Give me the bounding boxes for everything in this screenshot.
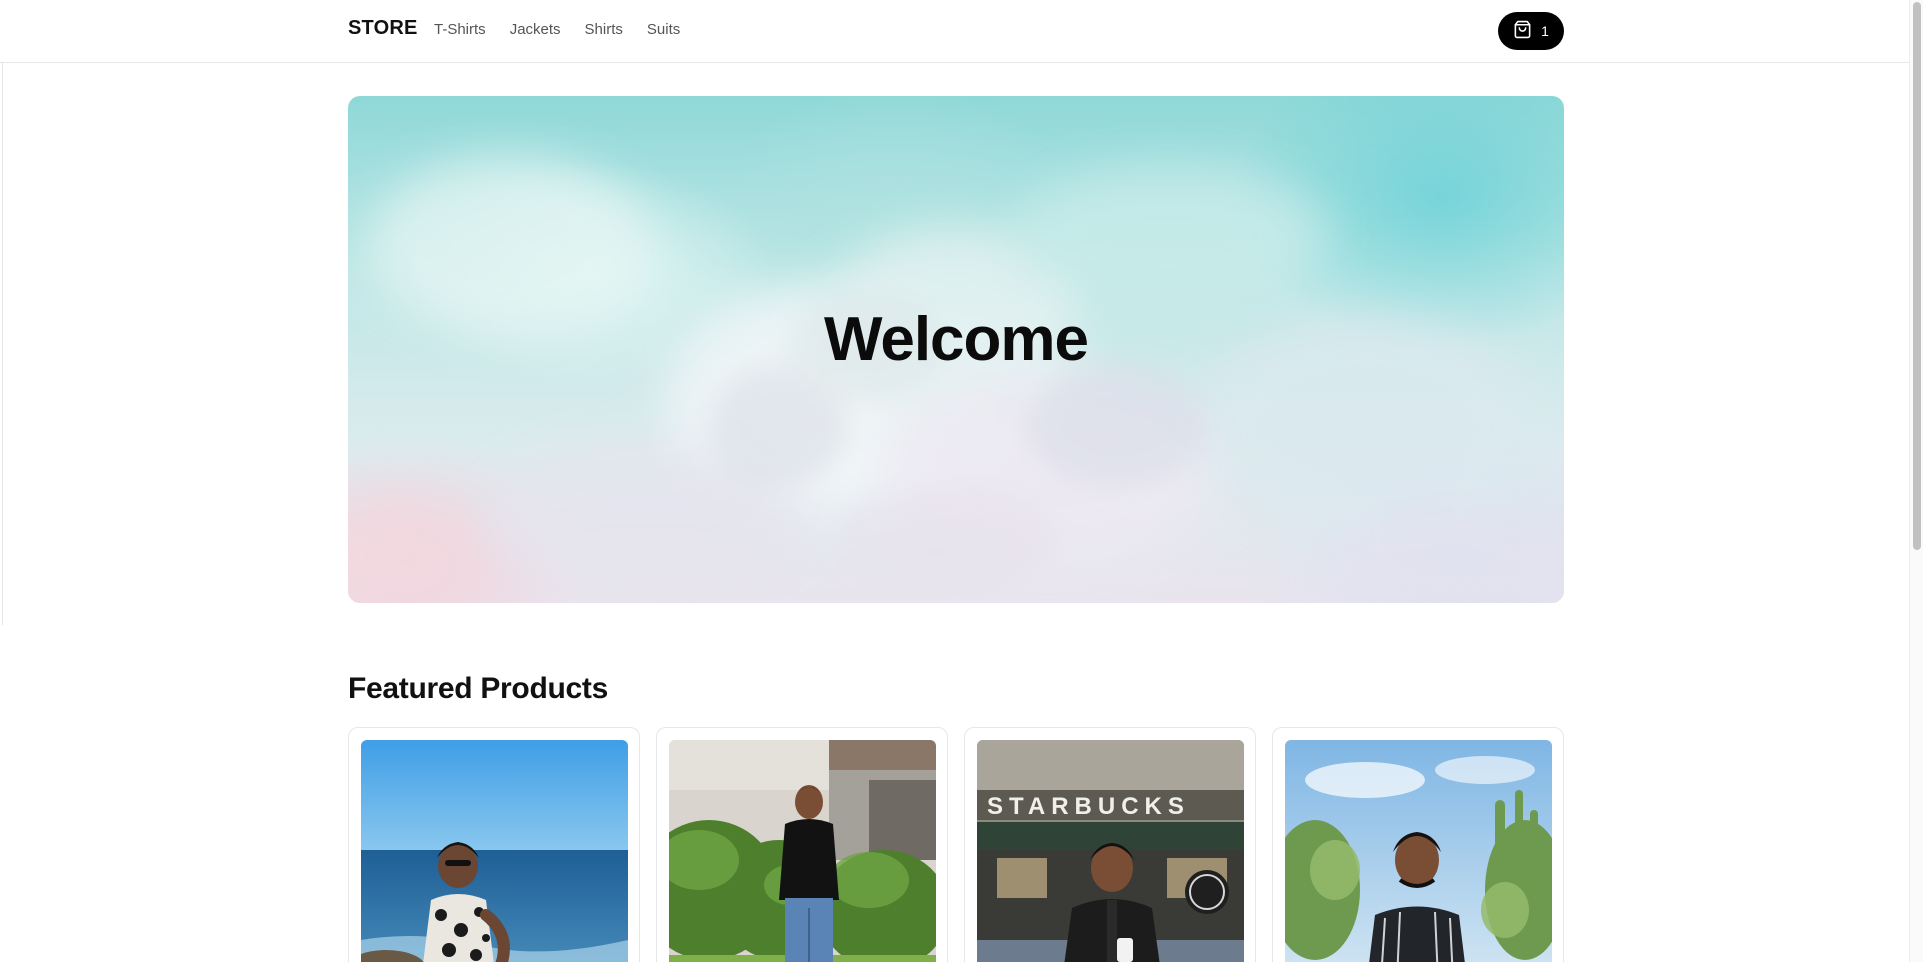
product-card[interactable]: [656, 727, 948, 962]
store-logo[interactable]: STORE: [348, 17, 418, 40]
window-edge-line: [2, 0, 3, 625]
hero-banner: Welcome: [348, 96, 1564, 603]
nav-link-shirts[interactable]: Shirts: [585, 21, 623, 38]
product-photo-hedge[interactable]: [669, 740, 936, 962]
hero-title: Welcome: [823, 305, 1089, 374]
svg-text:STARBUCKS: STARBUCKS: [987, 793, 1190, 820]
page: STORE T-Shirts Jackets Shirts Suits 1 We…: [0, 0, 1923, 962]
product-card[interactable]: STARBUCKS: [964, 727, 1256, 962]
main-nav: T-Shirts Jackets Shirts Suits: [434, 21, 680, 38]
cart-button[interactable]: 1: [1498, 12, 1564, 50]
scrollbar-thumb[interactable]: [1913, 2, 1921, 550]
product-photo-beach[interactable]: [361, 740, 628, 962]
navbar: STORE T-Shirts Jackets Shirts Suits 1: [0, 0, 1909, 63]
product-photo-cactus[interactable]: [1285, 740, 1552, 962]
product-card[interactable]: [1272, 727, 1564, 962]
product-photo-cafe[interactable]: STARBUCKS: [977, 740, 1244, 962]
nav-link-jackets[interactable]: Jackets: [510, 21, 561, 38]
page-scrollbar[interactable]: [1909, 0, 1923, 962]
shopping-bag-icon: [1513, 20, 1532, 43]
nav-link-t-shirts[interactable]: T-Shirts: [434, 21, 486, 38]
nav-link-suits[interactable]: Suits: [647, 21, 680, 38]
featured-products-heading: Featured Products: [348, 672, 608, 705]
cart-count: 1: [1541, 23, 1549, 39]
product-card[interactable]: [348, 727, 640, 962]
